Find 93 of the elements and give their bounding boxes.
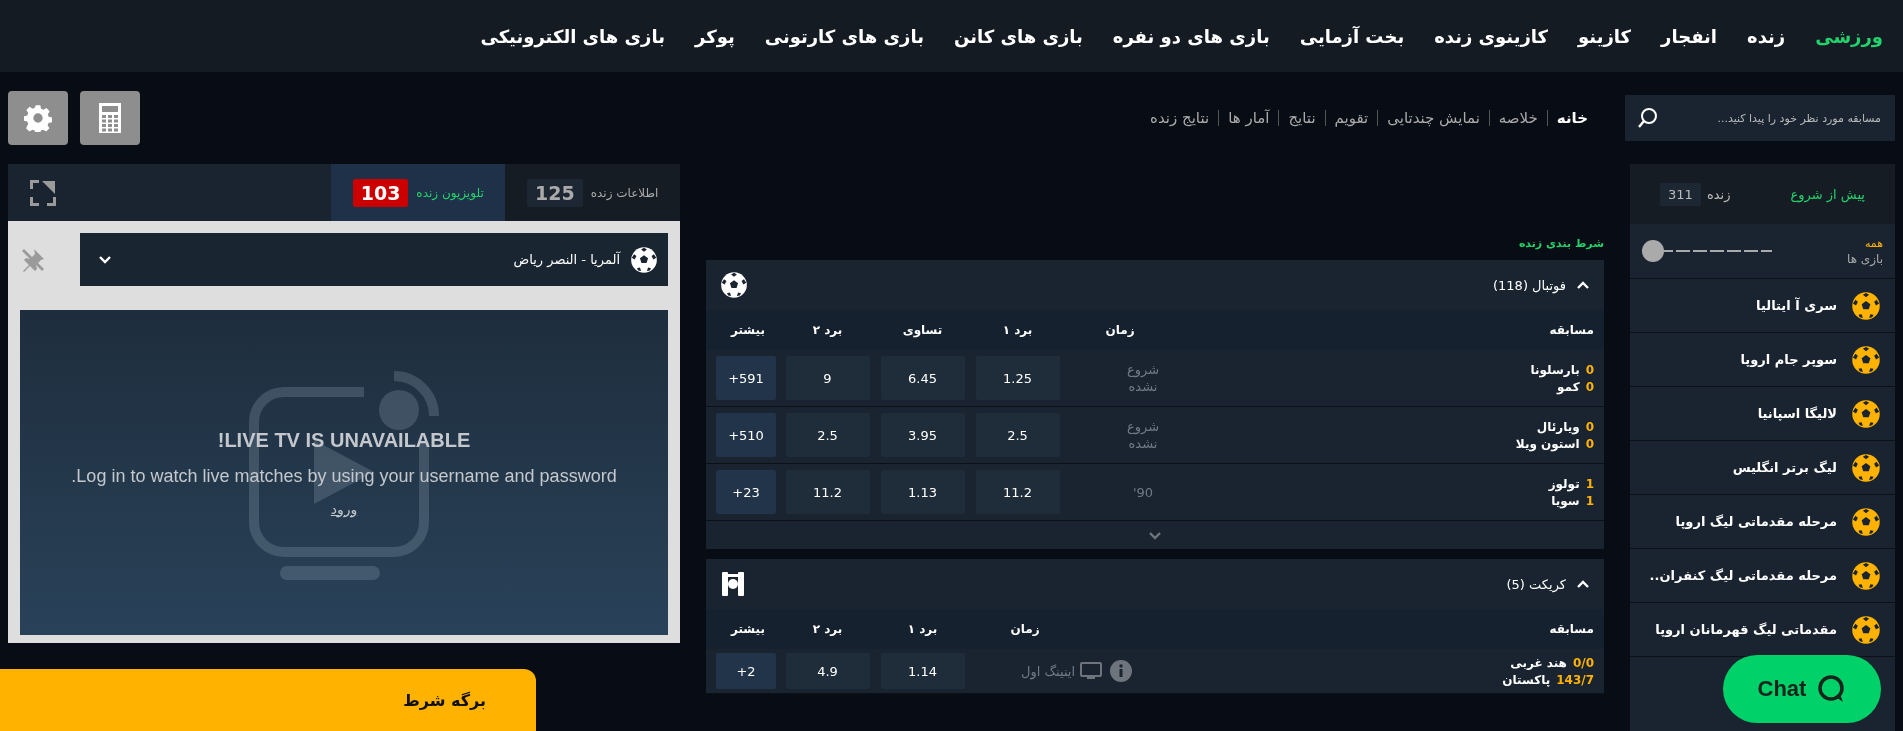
match-time: 90' — [1131, 483, 1155, 501]
collapse-chevron-icon[interactable] — [1576, 280, 1590, 290]
search-field[interactable]: مسابقه مورد نظر خود را پیدا کنید... — [1669, 110, 1883, 126]
filter-sublabel: بازی ها — [1847, 251, 1883, 266]
chevron-down-icon — [1148, 530, 1162, 540]
filter-slider[interactable] — [1642, 240, 1772, 262]
unpin-icon[interactable] — [20, 246, 46, 273]
match-time: اینینگ اول — [1019, 662, 1077, 680]
breadcrumb-link[interactable]: تقویم — [1324, 110, 1378, 126]
nav-item[interactable]: زنده — [1747, 25, 1786, 47]
chevron-down-icon — [98, 254, 112, 264]
soccer-ball-icon — [1851, 614, 1881, 645]
odds-button[interactable]: 11.2 — [785, 470, 870, 514]
column-header: برد ۱ — [1001, 323, 1034, 337]
nav-item[interactable]: بازی های دو نفره — [1112, 25, 1270, 47]
settings-icon — [24, 104, 52, 132]
nav-item[interactable]: بازی های الکترونیکی — [480, 25, 665, 47]
tv-unavailable-title: LIVE TV IS UNAVAILABLE! — [217, 428, 471, 452]
section-heading: شرط بندی زنده — [1518, 237, 1604, 250]
odds-button[interactable]: 2.5 — [975, 413, 1060, 457]
more-markets-button[interactable]: +2 — [716, 653, 776, 689]
soccer-ball-icon — [1851, 290, 1881, 321]
login-link[interactable]: ورود — [330, 500, 358, 517]
nav-item[interactable]: کازینو — [1578, 25, 1632, 47]
fullscreen-icon[interactable] — [30, 179, 56, 206]
nav-item[interactable]: انفجار — [1661, 25, 1717, 47]
odds-button[interactable]: 1.13 — [880, 470, 965, 514]
league-item[interactable]: سوپر جام اروپا — [1630, 333, 1895, 387]
odds-button[interactable]: 1.14 — [880, 653, 965, 689]
column-header: برد ۲ — [811, 622, 844, 636]
column-header: زمان — [1104, 323, 1136, 337]
nav-item[interactable]: بازی های کانن — [953, 25, 1083, 47]
breadcrumb-link[interactable]: نتایج زنده — [1141, 110, 1219, 126]
nav-item[interactable]: ورزشی — [1815, 25, 1883, 47]
league-item[interactable]: مرحله مقدماتی لیگ کنفران.. — [1630, 549, 1895, 603]
chat-bubble-icon — [1816, 674, 1847, 704]
league-item[interactable]: لالیگا اسپانیا — [1630, 387, 1895, 441]
cricket-icon — [720, 571, 746, 597]
breadcrumb-link[interactable]: آمار ها — [1218, 110, 1279, 126]
column-header: برد ۲ — [811, 323, 844, 337]
soccer-ball-icon — [1851, 452, 1881, 483]
collapse-chevron-icon[interactable] — [1576, 579, 1590, 589]
nav-item[interactable]: کازینوی زنده — [1434, 25, 1549, 47]
tv-icon[interactable] — [1080, 662, 1102, 680]
nav-item[interactable]: بازی های کارتونی — [764, 25, 924, 47]
breadcrumb-link[interactable]: خانه — [1546, 110, 1597, 126]
soccer-ball-icon — [1851, 560, 1881, 591]
odds-button[interactable]: 11.2 — [975, 470, 1060, 514]
league-item[interactable]: مرحله مقدماتی لیگ اروپا — [1630, 495, 1895, 549]
column-header: زمان — [1009, 622, 1041, 636]
nav-item[interactable]: بخت آزمایی — [1299, 25, 1405, 47]
column-header: بیشتر — [729, 323, 766, 337]
bet-slip-title: برگه شرط — [403, 690, 486, 710]
filter-label: همه — [1863, 236, 1883, 250]
column-header: تساوی — [901, 323, 944, 337]
odds-button[interactable]: 9 — [785, 356, 870, 400]
odds-button[interactable]: 4.9 — [785, 653, 870, 689]
calculator-button[interactable] — [80, 91, 140, 145]
more-markets-button[interactable]: +510 — [716, 413, 776, 457]
soccer-ball-icon — [720, 271, 748, 299]
soccer-ball-icon — [630, 245, 658, 274]
breadcrumb-link[interactable]: خلاصه — [1488, 110, 1547, 126]
more-markets-button[interactable]: +591 — [716, 356, 776, 400]
soccer-ball-icon — [1851, 344, 1881, 375]
column-header: برد ۱ — [906, 622, 939, 636]
match-dropdown[interactable]: آلمریا - النصر ریاض — [80, 233, 668, 286]
breadcrumb-link[interactable]: نمایش چندتایی — [1377, 110, 1489, 126]
column-header: بیشتر — [729, 622, 766, 636]
league-item[interactable]: لیگ برتر انگلیس — [1630, 441, 1895, 495]
slider-thumb[interactable] — [1642, 240, 1664, 262]
sidebar-tab[interactable]: پیش از شروع — [1784, 185, 1871, 203]
match-time: شروع نشده — [1125, 418, 1161, 452]
nav-item[interactable]: پوکر — [695, 25, 735, 47]
chat-button[interactable]: Chat — [1723, 655, 1881, 723]
info-icon[interactable] — [1110, 660, 1132, 682]
odds-button[interactable]: 3.95 — [880, 413, 965, 457]
soccer-ball-icon — [1851, 506, 1881, 537]
search-box[interactable]: مسابقه مورد نظر خود را پیدا کنید... — [1625, 95, 1895, 141]
settings-button[interactable] — [8, 91, 68, 145]
league-item[interactable]: سری آ ایتالیا — [1630, 279, 1895, 333]
calculator-icon — [98, 102, 122, 134]
odds-button[interactable]: 2.5 — [785, 413, 870, 457]
soccer-ball-icon — [1851, 398, 1881, 429]
login-message: Log in to watch live matches by using your username and password. — [71, 465, 617, 487]
bet-slip-bar[interactable]: برگه شرط — [0, 669, 536, 731]
column-header: مسابقه — [1548, 622, 1594, 636]
search-icon — [1637, 107, 1659, 129]
odds-button[interactable]: 6.45 — [880, 356, 965, 400]
more-markets-button[interactable]: +23 — [716, 470, 776, 514]
match-time: شروع نشده — [1125, 361, 1161, 395]
odds-button[interactable]: 1.25 — [975, 356, 1060, 400]
column-header: مسابقه — [1548, 323, 1594, 337]
breadcrumb-link[interactable]: نتایج — [1278, 110, 1325, 126]
